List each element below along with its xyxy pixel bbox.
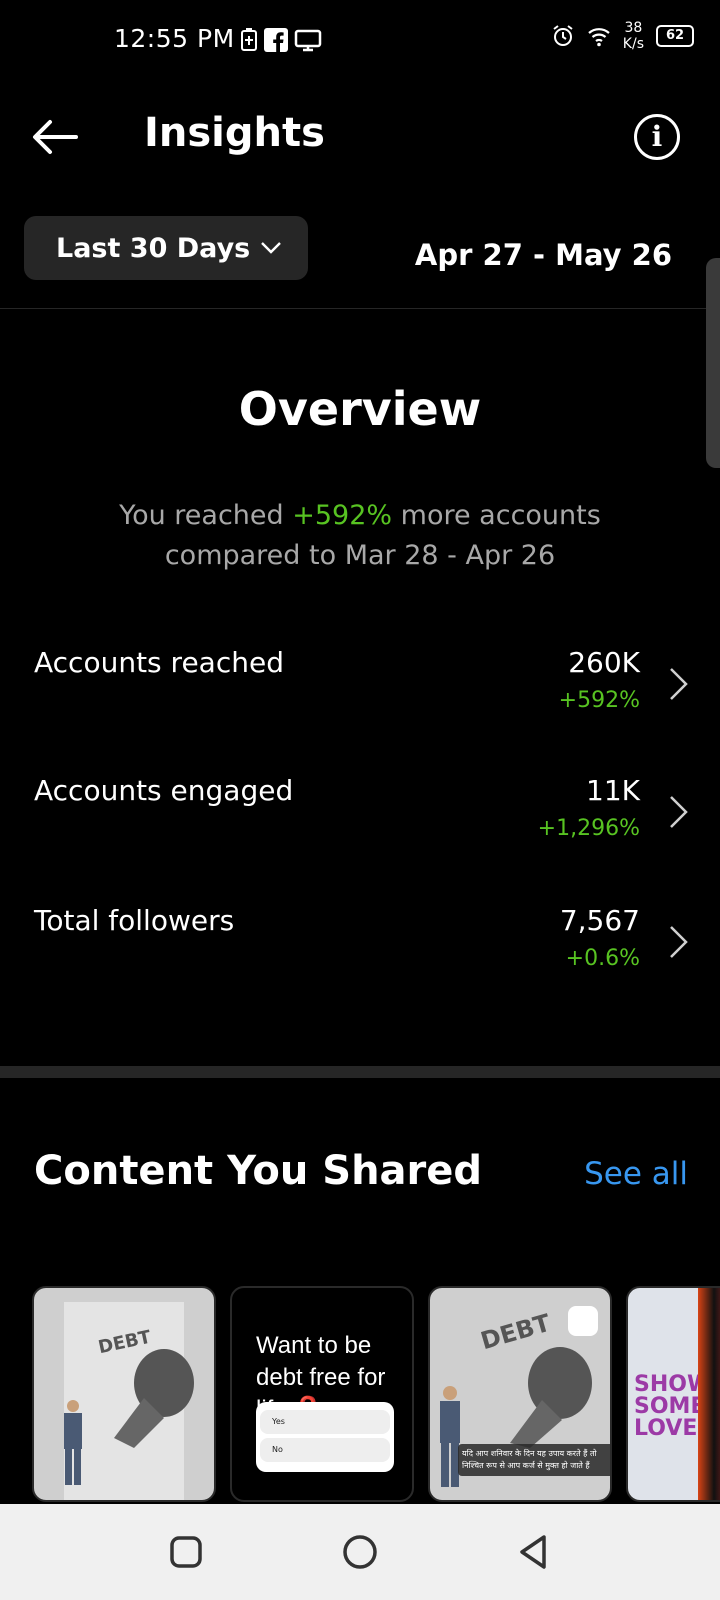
- thumbnail-image: [698, 1288, 720, 1500]
- metric-value: 11K: [586, 774, 640, 807]
- recent-apps-icon[interactable]: [166, 1532, 206, 1572]
- metric-label: Total followers: [34, 904, 235, 937]
- content-thumbnail[interactable]: Want to be debt free for life ❓ Yes No: [230, 1286, 414, 1502]
- wifi-icon: [588, 28, 610, 47]
- status-left-icons: [240, 28, 322, 52]
- content-section-title: Content You Shared: [34, 1148, 483, 1194]
- metric-delta: +0.6%: [565, 946, 640, 971]
- summary-suffix: more accounts: [392, 500, 601, 531]
- back-nav-icon[interactable]: [514, 1532, 554, 1572]
- back-button[interactable]: [30, 112, 80, 162]
- status-time: 12:55 PM: [114, 24, 235, 53]
- summary-highlight: +592%: [292, 500, 393, 531]
- info-button[interactable]: i: [634, 114, 680, 160]
- metric-total-followers[interactable]: Total followers 7,567 +0.6%: [0, 904, 720, 1004]
- network-speed: 38 K/s: [623, 20, 644, 52]
- poll-card: Yes No: [256, 1402, 394, 1472]
- metric-accounts-engaged[interactable]: Accounts engaged 11K +1,296%: [0, 774, 720, 874]
- chevron-right-icon: [670, 926, 688, 958]
- speed-value: 38: [624, 20, 643, 36]
- metric-delta: +1,296%: [537, 816, 640, 841]
- date-range-label: Apr 27 - May 26: [414, 238, 672, 272]
- home-icon[interactable]: [340, 1532, 380, 1572]
- metric-value: 260K: [568, 646, 640, 679]
- chevron-right-icon: [670, 668, 688, 700]
- shadow-figure-icon: [510, 1347, 592, 1448]
- content-thumbnail[interactable]: DEBT यदि आप शनिवार के दिन यह उपाय करते ह…: [428, 1286, 612, 1502]
- overview-summary: You reached +592% more accounts compared…: [0, 496, 720, 576]
- scrollbar-handle[interactable]: [706, 258, 720, 468]
- metric-value: 7,567: [559, 904, 640, 937]
- battery-saver-icon: [241, 28, 257, 51]
- divider: [0, 308, 720, 309]
- page-title: Insights: [144, 110, 325, 156]
- poll-option: No: [260, 1438, 390, 1462]
- thumbnail-caption: यदि आप शनिवार के दिन यह उपाय करते हैं तो…: [458, 1444, 610, 1476]
- shadow-figure-icon: [114, 1349, 194, 1448]
- overview-title: Overview: [238, 382, 482, 436]
- summary-prefix: You reached: [119, 500, 293, 531]
- metric-label: Accounts engaged: [34, 774, 294, 807]
- summary-line2: compared to Mar 28 - Apr 26: [164, 540, 556, 571]
- content-thumbnail[interactable]: DEBT: [32, 1286, 216, 1502]
- metric-delta: +592%: [558, 688, 640, 713]
- battery-icon: 62: [656, 25, 694, 47]
- facebook-icon: [264, 28, 288, 52]
- info-icon: i: [651, 120, 663, 153]
- content-thumbnail[interactable]: SHOW SOME LOVE: [626, 1286, 720, 1502]
- back-arrow-icon: [33, 120, 78, 154]
- speed-unit: K/s: [622, 36, 644, 52]
- system-navigation-bar: [0, 1504, 720, 1600]
- person-icon: [64, 1400, 82, 1485]
- see-all-link[interactable]: See all: [584, 1156, 688, 1192]
- status-bar: 12:55 PM 38 K/s 62: [0, 0, 720, 80]
- metric-accounts-reached[interactable]: Accounts reached 260K +592%: [0, 646, 720, 746]
- poll-option: Yes: [260, 1410, 390, 1434]
- date-range-dropdown[interactable]: Last 30 Days: [24, 216, 308, 280]
- chevron-down-icon: [261, 242, 282, 254]
- metric-label: Accounts reached: [34, 646, 284, 679]
- person-icon: [440, 1386, 460, 1487]
- alarm-icon: [553, 25, 573, 46]
- chevron-right-icon: [670, 796, 688, 828]
- status-right-icons: 38 K/s 62: [551, 20, 694, 52]
- screen-icon: [294, 29, 322, 52]
- date-range-selected: Last 30 Days: [56, 232, 251, 264]
- section-divider: [0, 1066, 720, 1078]
